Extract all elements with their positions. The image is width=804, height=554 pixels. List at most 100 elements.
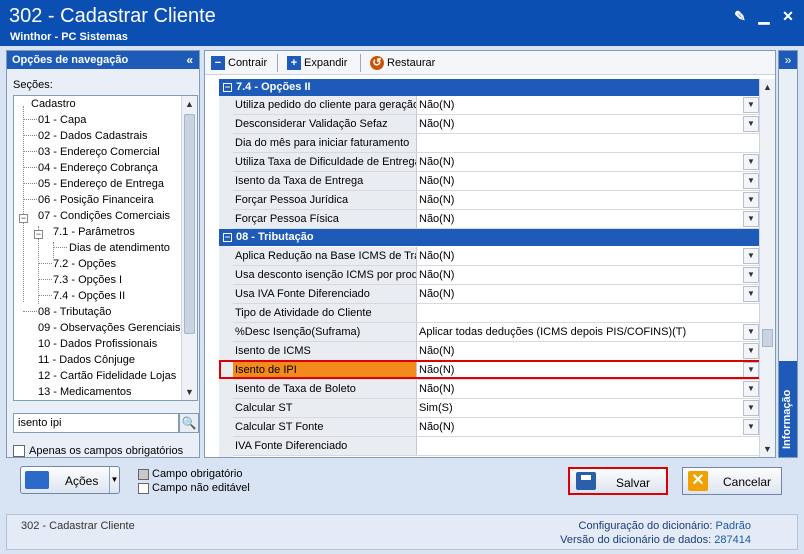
collapse-node-icon[interactable]: −	[34, 230, 43, 239]
field-row[interactable]: IVA Fonte Diferenciado	[233, 437, 760, 456]
tree-item-dados-cadastrais[interactable]: 02 - Dados Cadastrais	[38, 128, 147, 144]
chevron-down-icon[interactable]: ▼	[743, 324, 759, 340]
tree-item-opcoes-ii[interactable]: 7.4 - Opções II	[53, 288, 125, 304]
scroll-thumb[interactable]	[184, 114, 195, 334]
info-tab[interactable]: Informação	[779, 361, 797, 457]
field-row[interactable]: Utiliza pedido do cliente para geração N…	[233, 96, 760, 115]
field-value[interactable]: Não(N)	[418, 342, 760, 360]
field-value[interactable]: Não(N)	[418, 172, 760, 190]
field-value[interactable]: Não(N)	[418, 418, 760, 436]
chevron-down-icon[interactable]: ▼	[743, 192, 759, 208]
field-row[interactable]: Desconsiderar Validação Sefaz Não(N) ▼	[233, 115, 760, 134]
field-row[interactable]: Usa desconto isenção ICMS por produto Nã…	[233, 266, 760, 285]
fields-scrollbar[interactable]: ▲ ▼	[759, 79, 775, 457]
chevron-down-icon[interactable]: ▼	[743, 154, 759, 170]
field-value[interactable]: Aplicar todas deduções (ICMS depois PIS/…	[418, 323, 760, 341]
tree-item-dados-conjuge[interactable]: 11 - Dados Cônjuge	[38, 352, 135, 368]
field-value[interactable]	[418, 304, 760, 322]
field-row[interactable]: Aplica Redução na Base ICMS de Transf Nã…	[233, 247, 760, 266]
info-panel[interactable]: » Informação	[778, 50, 798, 458]
save-button[interactable]: Salvar	[568, 467, 668, 495]
chevron-down-icon[interactable]: ▼	[743, 381, 759, 397]
field-row[interactable]: %Desc Isenção(Suframa) Aplicar todas ded…	[233, 323, 760, 342]
section-header-tributacao[interactable]: −08 - Tributação	[219, 229, 761, 246]
scroll-thumb[interactable]	[762, 329, 773, 347]
tree-item-opcoes-i[interactable]: 7.3 - Opções I	[53, 272, 122, 288]
field-row[interactable]: Usa IVA Fonte Diferenciado Não(N) ▼	[233, 285, 760, 304]
cancel-button[interactable]: ✕ Cancelar	[682, 467, 782, 495]
tree-item-observacoes-gerenciais[interactable]: 09 - Observações Gerenciais	[38, 320, 180, 336]
edit-icon[interactable]: ✎	[732, 8, 748, 24]
tree-item-capa[interactable]: 01 - Capa	[38, 112, 86, 128]
chevron-down-icon[interactable]: ▼	[109, 467, 119, 493]
collapse-node-icon[interactable]: −	[19, 214, 28, 223]
field-row[interactable]: Isento da Taxa de Entrega Não(N) ▼	[233, 172, 760, 191]
field-value[interactable]: Não(N)	[418, 115, 760, 133]
field-value[interactable]: Não(N)	[418, 266, 760, 284]
chevron-down-icon[interactable]: ▼	[743, 400, 759, 416]
tree-item-cartao-fidelidade[interactable]: 12 - Cartão Fidelidade Lojas	[38, 368, 176, 384]
scroll-down-icon[interactable]: ▼	[182, 384, 197, 400]
minimize-button[interactable]: ▁	[756, 8, 772, 24]
tree-item-endereco-entrega[interactable]: 05 - Endereço de Entrega	[38, 176, 164, 192]
expandir-button[interactable]: + Expandir	[287, 55, 347, 71]
chevron-down-icon[interactable]: ▼	[743, 419, 759, 435]
collapse-section-icon[interactable]: −	[223, 233, 232, 242]
restaurar-button[interactable]: ↺ Restaurar	[370, 55, 435, 71]
contrair-button[interactable]: − Contrair	[211, 55, 267, 71]
chevron-down-icon[interactable]: ▼	[743, 343, 759, 359]
tree-item-opcoes[interactable]: 7.2 - Opções	[53, 256, 116, 272]
field-value[interactable]: Sim(S)	[418, 399, 760, 417]
search-icon[interactable]: 🔍	[179, 413, 199, 433]
chevron-down-icon[interactable]: ▼	[743, 116, 759, 132]
chevron-down-icon[interactable]: ▼	[743, 173, 759, 189]
field-row[interactable]: Calcular ST Fonte Não(N) ▼	[233, 418, 760, 437]
tree-item-parametros[interactable]: 7.1 - Parâmetros	[53, 224, 135, 240]
field-value[interactable]: Não(N)	[418, 361, 760, 379]
field-value[interactable]	[418, 437, 760, 455]
chevron-down-icon[interactable]: ▼	[743, 267, 759, 283]
field-row[interactable]: Dia do mês para iniciar faturamento	[233, 134, 760, 153]
scroll-up-icon[interactable]: ▲	[182, 96, 197, 112]
field-value[interactable]: Não(N)	[418, 380, 760, 398]
field-row[interactable]: Tipo de Atividade do Cliente	[233, 304, 760, 323]
tree-item-condicoes-comerciais[interactable]: 07 - Condições Comerciais	[38, 208, 170, 224]
field-row[interactable]: Utiliza Taxa de Dificuldade de Entrega N…	[233, 153, 760, 172]
close-button[interactable]: ✕	[780, 8, 796, 24]
chevron-down-icon[interactable]: ▼	[743, 286, 759, 302]
section-search-input[interactable]: isento ipi	[13, 413, 179, 433]
checkbox-box[interactable]	[13, 445, 25, 457]
field-value[interactable]: Não(N)	[418, 285, 760, 303]
scroll-up-icon[interactable]: ▲	[760, 79, 775, 95]
field-value[interactable]: Não(N)	[418, 191, 760, 209]
field-value[interactable]: Não(N)	[418, 153, 760, 171]
tree-item-endereco-cobranca[interactable]: 04 - Endereço Cobrança	[38, 160, 158, 176]
tree-scrollbar[interactable]: ▲ ▼	[181, 96, 197, 400]
tree-item-posicao-financeira[interactable]: 06 - Posição Financeira	[38, 192, 154, 208]
chevron-down-icon[interactable]: ▼	[743, 248, 759, 264]
collapse-left-icon[interactable]: «	[186, 51, 193, 69]
section-header-opcoes-ii[interactable]: −7.4 - Opções II	[219, 79, 761, 96]
chevron-down-icon[interactable]: ▼	[743, 211, 759, 227]
tree-item-medicamentos[interactable]: 13 - Medicamentos	[38, 384, 132, 400]
tree-item-dados-profissionais[interactable]: 10 - Dados Profissionais	[38, 336, 157, 352]
acoes-button[interactable]: Ações ▼	[20, 466, 120, 494]
scroll-down-icon[interactable]: ▼	[760, 441, 775, 457]
field-row-isento-ipi[interactable]: Isento de IPI Não(N) ▼	[233, 361, 760, 380]
field-row[interactable]: Isento de ICMS Não(N) ▼	[233, 342, 760, 361]
field-value[interactable]: Não(N)	[418, 247, 760, 265]
field-row[interactable]: Forçar Pessoa Física Não(N) ▼	[233, 210, 760, 229]
tree-item-endereco-comercial[interactable]: 03 - Endereço Comercial	[38, 144, 160, 160]
field-row[interactable]: Forçar Pessoa Jurídica Não(N) ▼	[233, 191, 760, 210]
expand-right-icon[interactable]: »	[779, 51, 797, 69]
chevron-down-icon[interactable]: ▼	[743, 97, 759, 113]
field-row[interactable]: Calcular ST Sim(S) ▼	[233, 399, 760, 418]
field-value[interactable]: Não(N)	[418, 210, 760, 228]
tree-item-tributacao[interactable]: 08 - Tributação	[38, 304, 111, 320]
field-value[interactable]	[418, 134, 760, 152]
collapse-section-icon[interactable]: −	[223, 83, 232, 92]
chevron-down-icon[interactable]: ▼	[743, 362, 759, 378]
tree-item-cadastro[interactable]: Cadastro	[31, 96, 76, 112]
field-value[interactable]: Não(N)	[418, 96, 760, 114]
field-row[interactable]: Isento de Taxa de Boleto Não(N) ▼	[233, 380, 760, 399]
